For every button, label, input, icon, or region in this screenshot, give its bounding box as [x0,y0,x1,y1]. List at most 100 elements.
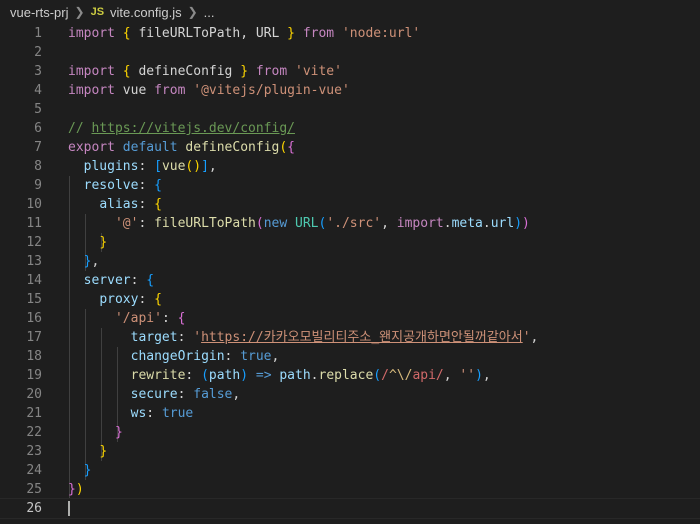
code-text: import { fileURLToPath, URL } from 'node… [68,24,420,43]
code-token: '@' [114,216,139,231]
line-number: 21 [26,406,42,421]
code-text: proxy: { [68,290,162,309]
code-token: ( [279,140,288,155]
code-token: } [68,482,76,497]
code-token: ) [514,216,523,231]
breadcrumb-folder[interactable]: vue-rts-prj [10,5,69,20]
code-token: from [255,64,288,79]
code-token: : [130,273,147,288]
line-number: 16 [26,311,42,326]
code-line[interactable]: 15 proxy: { [0,290,700,309]
code-line[interactable]: 3 import { defineConfig } from 'vite' [0,62,700,81]
line-number: 12 [26,235,42,250]
code-token: ) [475,368,483,383]
code-token: plugins [83,159,139,174]
code-token: URL [295,216,319,231]
code-line[interactable]: 20 secure: false, [0,385,700,404]
code-token: } [240,64,249,79]
code-token: resolve [83,178,139,193]
code-token: , [208,159,217,174]
code-text: target: 'https://카카오모빌리티주소_왠지공개하면안될꺼같아서'… [68,328,539,347]
code-token: { [154,197,162,212]
code-token: replace [318,368,374,383]
code-line[interactable]: 5 [0,100,700,119]
code-editor[interactable]: 1 import { fileURLToPath, URL } from 'nod… [0,24,700,524]
chevron-right-icon: ❯ [187,5,198,19]
code-token: [ [154,159,162,174]
line-number: 8 [34,159,42,174]
code-line[interactable]: 1 import { fileURLToPath, URL } from 'nod… [0,24,700,43]
code-token: alias [99,197,139,212]
code-text: } [68,423,123,442]
code-token: } [83,463,92,478]
code-text: changeOrigin: true, [68,347,280,366]
code-token: true [161,406,194,421]
code-line[interactable]: 26 [0,498,700,519]
code-token: server [83,273,131,288]
code-line[interactable]: 23 } [0,442,700,461]
code-token: / [381,368,389,383]
code-token: ( [255,216,264,231]
code-token: : [177,387,194,402]
breadcrumb: vue-rts-prj ❯ JS vite.config.js ❯ ... [0,0,700,24]
code-token: ' [193,330,202,345]
code-token: target [130,330,178,345]
code-line[interactable]: 7 export default defineConfig({ [0,138,700,157]
code-token: '/api' [114,311,162,326]
code-line[interactable]: 6 // https://vitejs.dev/config/ [0,119,700,138]
code-line[interactable]: 19 rewrite: (path) => path.replace(/^\/a… [0,366,700,385]
code-line[interactable]: 13 }, [0,252,700,271]
breadcrumb-symbols[interactable]: ... [204,5,215,20]
code-token: , [381,216,397,231]
code-token: './src' [326,216,382,231]
line-number: 18 [26,349,42,364]
breadcrumb-file[interactable]: vite.config.js [110,5,182,20]
code-line[interactable]: 12 } [0,233,700,252]
code-line[interactable]: 22 } [0,423,700,442]
code-text: rewrite: (path) => path.replace(/^\/api/… [68,366,491,385]
code-line[interactable]: 16 '/api': { [0,309,700,328]
code-token: { [122,64,131,79]
code-token: '' [459,368,476,383]
code-token: path [208,368,241,383]
code-token: : [146,406,162,421]
code-text: } [68,233,107,252]
code-token: ) [522,216,530,231]
code-line[interactable]: 2 [0,43,700,62]
code-line[interactable]: 8 plugins: [vue()], [0,157,700,176]
code-text: import { defineConfig } from 'vite' [68,62,342,81]
code-text: import vue from '@vitejs/plugin-vue' [68,81,350,100]
code-token: import [68,26,115,41]
code-line[interactable]: 9 resolve: { [0,176,700,195]
code-token: import [396,216,444,231]
code-line[interactable]: 18 changeOrigin: true, [0,347,700,366]
code-text: '@': fileURLToPath(new URL('./src', impo… [68,214,530,233]
chevron-right-icon: ❯ [74,5,85,19]
code-line[interactable]: 10 alias: { [0,195,700,214]
code-line[interactable]: 25}) [0,480,700,499]
code-line[interactable]: 21 ws: true [0,404,700,423]
code-line[interactable]: 11 '@': fileURLToPath(new URL('./src', i… [0,214,700,233]
code-token: } [287,26,295,41]
code-text: }) [68,480,84,499]
code-line[interactable]: 4 import vue from '@vitejs/plugin-vue' [0,81,700,100]
code-line[interactable]: 17 target: 'https://카카오모빌리티주소_왠지공개하면안될꺼같… [0,328,700,347]
code-token: false [193,387,233,402]
code-token: defineConfig [185,140,280,155]
line-number: 4 [34,83,42,98]
line-number: 9 [34,178,42,193]
line-number: 11 [26,216,42,231]
code-token: \/ [396,368,413,383]
code-line[interactable]: 14 server: { [0,271,700,290]
code-token: import [68,83,115,98]
code-line[interactable]: 24 } [0,461,700,480]
